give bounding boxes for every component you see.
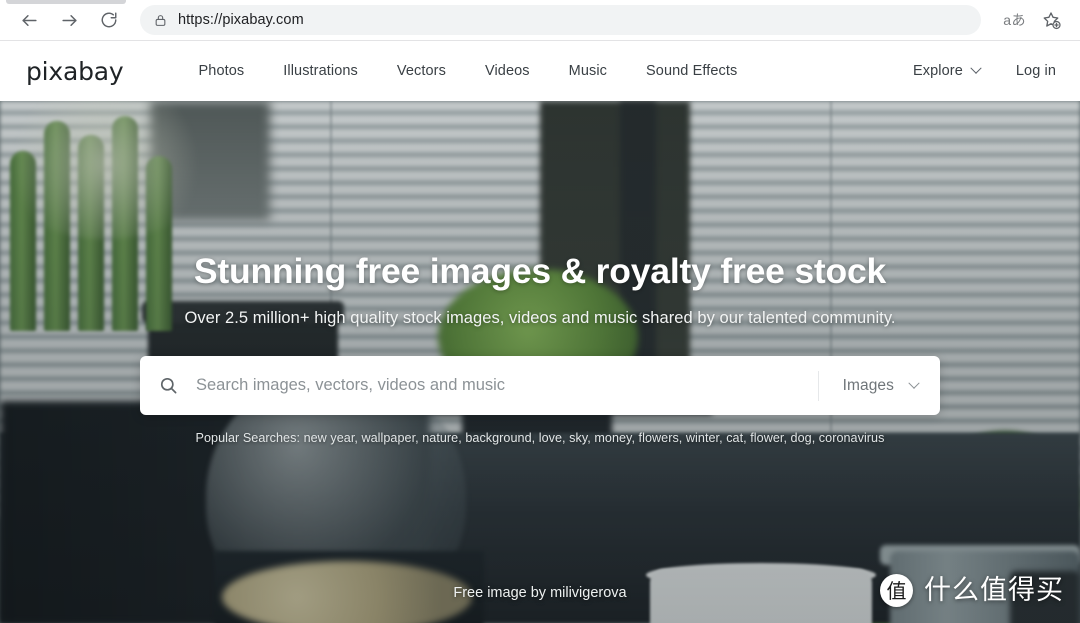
address-bar[interactable]: https://pixabay.com [140,5,982,35]
browser-toolbar: https://pixabay.com aあ [0,0,1080,41]
lock-icon [154,13,167,28]
search-type-dropdown[interactable]: Images [819,356,940,415]
search-input[interactable] [196,357,818,415]
search-icon[interactable] [140,356,196,415]
login-button[interactable]: Log in [1016,63,1056,79]
browser-window: https://pixabay.com aあ pixabay Photos Il… [0,0,1080,623]
popular-searches-label: Popular Searches: [195,431,300,446]
nav-item-sound-effects[interactable]: Sound Effects [646,63,737,79]
popular-searches: Popular Searches: new year, wallpaper, n… [196,431,885,445]
translate-icon[interactable]: aあ [993,10,1036,30]
pixabay-logo[interactable]: pixabay [26,59,124,84]
hero-subtitle: Over 2.5 million+ high quality stock ima… [184,309,896,328]
nav-item-illustrations[interactable]: Illustrations [283,63,358,79]
toolbar-actions: aあ [993,5,1066,35]
chevron-down-icon [970,62,982,74]
popular-searches-terms[interactable]: new year, wallpaper, nature, background,… [304,431,885,445]
search-bar[interactable]: Images [140,356,940,416]
reload-button[interactable] [92,3,126,37]
explore-label: Explore [913,63,963,79]
hero-title: Stunning free images & royalty free stoc… [193,251,887,291]
back-button[interactable] [12,3,46,37]
star-plus-icon[interactable] [1036,5,1066,35]
hero-section: Stunning free images & royalty free stoc… [0,101,1080,623]
hero-content: Stunning free images & royalty free stoc… [0,101,1080,623]
header-actions: Explore Log in [877,62,1056,79]
nav-item-vectors[interactable]: Vectors [397,63,446,79]
watermark: 值 什么值得买 [880,574,1064,607]
search-type-label: Images [842,376,894,394]
main-navigation: Photos Illustrations Vectors Videos Musi… [199,63,878,79]
url-text: https://pixabay.com [178,12,304,28]
site-header: pixabay Photos Illustrations Vectors Vid… [0,41,1080,101]
nav-item-photos[interactable]: Photos [199,63,245,79]
watermark-text: 什么值得买 [924,575,1064,606]
nav-item-videos[interactable]: Videos [485,63,530,79]
nav-item-music[interactable]: Music [569,63,607,79]
forward-button[interactable] [52,3,86,37]
chevron-down-icon [908,377,920,389]
explore-menu[interactable]: Explore [913,62,982,79]
tab-strip-remnant [6,0,126,4]
watermark-badge-icon: 值 [880,574,913,607]
